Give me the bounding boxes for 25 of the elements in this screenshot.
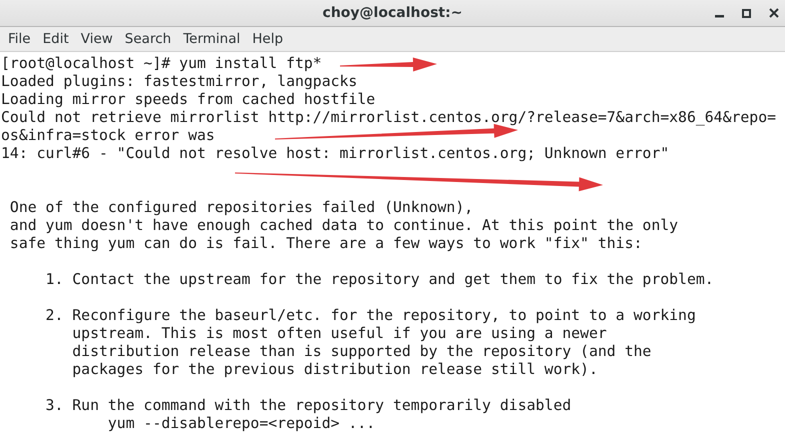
window-title: choy@localhost:~ bbox=[322, 5, 462, 21]
terminal-line: upstream. This is most often useful if you are using a newer bbox=[71, 325, 607, 343]
terminal-line: packages for the previous distribution release still work). bbox=[71, 361, 598, 379]
terminal-line: yum --disablerepo=<repoid> ... bbox=[106, 415, 376, 433]
menu-item[interactable]: Terminal bbox=[177, 31, 246, 47]
menu-item[interactable]: File bbox=[2, 31, 37, 47]
maximize-icon[interactable] bbox=[742, 8, 751, 18]
menu-item[interactable]: Edit bbox=[36, 31, 75, 47]
terminal-line: 14: curl#6 - "Could not resolve host: mirrorlist.centos.org; Unknown error" bbox=[1, 145, 670, 163]
terminal-line: Loading mirror speeds from cached hostfile bbox=[1, 91, 376, 109]
terminal-line: 3. Run the command with the repository temporarily disabled bbox=[44, 397, 572, 415]
menu-item[interactable]: Search bbox=[118, 31, 178, 47]
menu-item[interactable]: Help bbox=[246, 31, 290, 47]
terminal-line: [root@localhost ~]# yum install ftp* bbox=[1, 55, 322, 73]
terminal-line: and yum doesn't have enough cached data to continue. At this point the only bbox=[8, 217, 678, 235]
terminal-line: distribution release than is supported by the repository (and the bbox=[71, 343, 652, 361]
terminal-line: os&infra=stock error was bbox=[1, 127, 215, 145]
terminal-line: Loaded plugins: fastestmirror, langpacks bbox=[1, 73, 358, 91]
menu-item[interactable]: View bbox=[74, 31, 119, 47]
terminal-line: 1. Contact the upstream for the repository and get them to fix the problem. bbox=[44, 271, 714, 289]
close-icon[interactable] bbox=[769, 8, 779, 18]
terminal-line: safe thing yum can do is fail. There are a few ways to work "fix" this: bbox=[8, 235, 642, 253]
terminal-line: One of the configured repositories failed (Unknown), bbox=[8, 199, 474, 217]
terminal-line: 2. Reconfigure the baseurl/etc. for the repository, to point to a working bbox=[44, 307, 696, 325]
terminal-line: Could not retrieve mirrorlist http://mirrorlist.centos.org/?release=7&arch=x86_64&repo= bbox=[1, 109, 776, 127]
